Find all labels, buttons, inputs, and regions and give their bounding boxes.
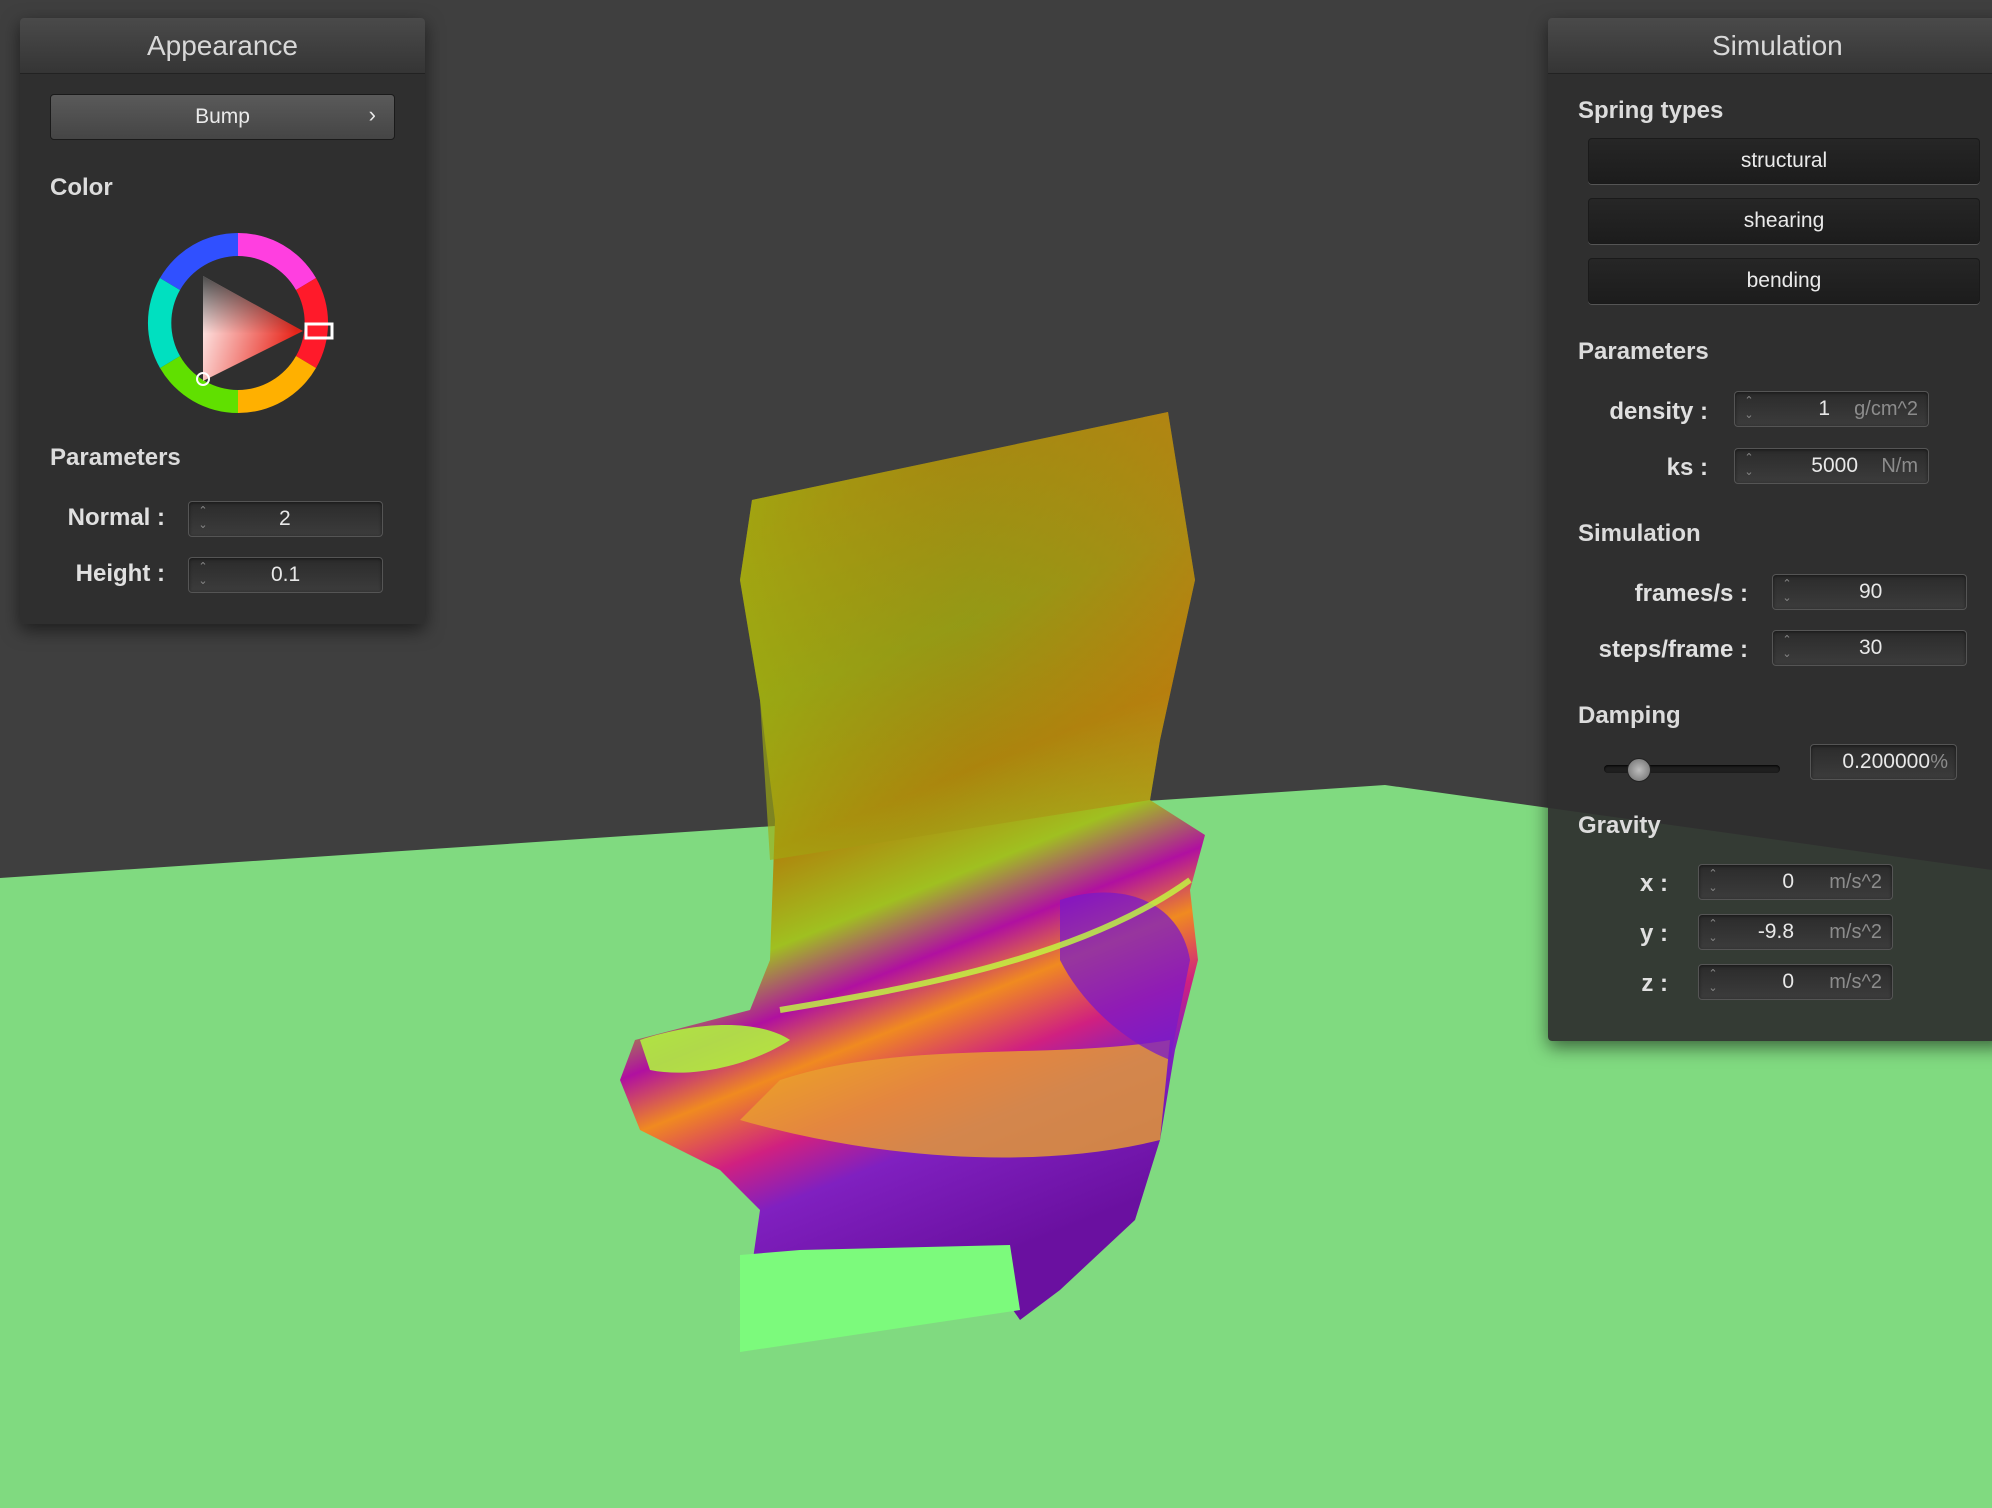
damping-input[interactable]: 0.200000 % bbox=[1810, 744, 1957, 780]
spinner-arrows-icon[interactable]: ⌃ ⌄ bbox=[1743, 451, 1755, 481]
spinner-arrows-icon[interactable]: ⌃ ⌄ bbox=[1707, 917, 1719, 947]
normal-label: Normal : bbox=[67, 504, 165, 531]
color-section-label: Color bbox=[50, 174, 113, 201]
ks-label: ks : bbox=[1666, 454, 1708, 481]
chevron-right-icon: › bbox=[368, 102, 376, 127]
bending-toggle-button[interactable]: bending bbox=[1588, 258, 1980, 304]
shader-select-button[interactable]: Bump › bbox=[50, 94, 395, 140]
spinner-arrows-icon[interactable]: ⌃ ⌄ bbox=[1781, 577, 1793, 607]
appearance-parameters-label: Parameters bbox=[50, 444, 181, 471]
density-input[interactable]: ⌃ ⌄ 1 g/cm^2 bbox=[1734, 391, 1929, 427]
structural-toggle-button[interactable]: structural bbox=[1588, 138, 1980, 184]
gravity-z-label: z : bbox=[1641, 970, 1668, 997]
simulation-section-label: Simulation bbox=[1578, 520, 1701, 547]
spinner-arrows-icon[interactable]: ⌃ ⌄ bbox=[1707, 967, 1719, 997]
appearance-panel-title[interactable]: Appearance bbox=[20, 18, 425, 74]
spring-types-label: Spring types bbox=[1578, 97, 1724, 124]
spinner-arrows-icon[interactable]: ⌃ ⌄ bbox=[197, 504, 209, 534]
appearance-panel: Appearance Bump › Color Parameters Norma… bbox=[20, 18, 425, 624]
ks-input[interactable]: ⌃ ⌄ 5000 N/m bbox=[1734, 448, 1929, 484]
damping-label: Damping bbox=[1578, 702, 1681, 729]
fps-label: frames/s : bbox=[1634, 580, 1748, 607]
color-wheel[interactable] bbox=[138, 223, 338, 423]
simulation-panel-title[interactable]: Simulation bbox=[1548, 18, 1992, 74]
height-input[interactable]: ⌃ ⌄ 0.1 bbox=[188, 557, 383, 593]
damping-slider-thumb[interactable] bbox=[1627, 758, 1651, 782]
shearing-toggle-button[interactable]: shearing bbox=[1588, 198, 1980, 244]
gravity-z-input[interactable]: ⌃ ⌄ 0 m/s^2 bbox=[1698, 964, 1893, 1000]
gravity-y-label: y : bbox=[1639, 920, 1668, 947]
gravity-y-input[interactable]: ⌃ ⌄ -9.8 m/s^2 bbox=[1698, 914, 1893, 950]
spinner-arrows-icon[interactable]: ⌃ ⌄ bbox=[1781, 633, 1793, 663]
damping-slider[interactable] bbox=[1604, 754, 1780, 784]
spinner-arrows-icon[interactable]: ⌃ ⌄ bbox=[197, 560, 209, 590]
height-label: Height : bbox=[75, 560, 165, 587]
simulation-panel: Simulation Spring types structural shear… bbox=[1548, 18, 1992, 1041]
density-label: density : bbox=[1609, 398, 1708, 425]
gravity-label: Gravity bbox=[1578, 812, 1661, 839]
gravity-x-input[interactable]: ⌃ ⌄ 0 m/s^2 bbox=[1698, 864, 1893, 900]
shader-select-label: Bump bbox=[195, 105, 250, 128]
fps-input[interactable]: ⌃ ⌄ 90 bbox=[1772, 574, 1967, 610]
steps-label: steps/frame : bbox=[1598, 636, 1748, 663]
steps-input[interactable]: ⌃ ⌄ 30 bbox=[1772, 630, 1967, 666]
spinner-arrows-icon[interactable]: ⌃ ⌄ bbox=[1707, 867, 1719, 897]
gravity-x-label: x : bbox=[1639, 870, 1668, 897]
normal-input[interactable]: ⌃ ⌄ 2 bbox=[188, 501, 383, 537]
simulation-parameters-label: Parameters bbox=[1578, 338, 1709, 365]
spinner-arrows-icon[interactable]: ⌃ ⌄ bbox=[1743, 394, 1755, 424]
